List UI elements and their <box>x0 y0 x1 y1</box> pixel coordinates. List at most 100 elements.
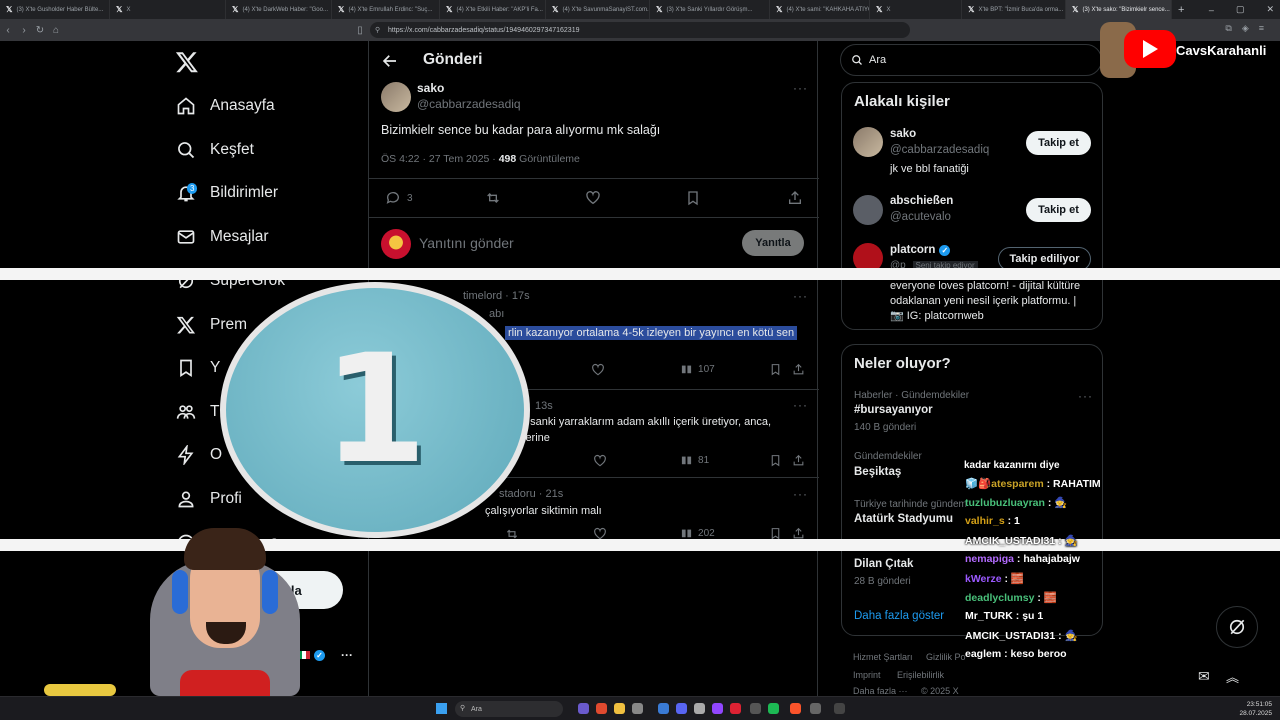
chrome-icon[interactable] <box>596 703 607 714</box>
app-icon[interactable] <box>750 703 761 714</box>
expand-messages-icon[interactable]: ︽ <box>1226 667 1239 686</box>
like-action[interactable] <box>585 190 601 206</box>
reply-more-icon[interactable]: ··· <box>793 487 808 501</box>
taskbar-clock[interactable]: 23:51:05 28.07.2025 <box>1239 700 1272 718</box>
footer-more-link[interactable]: Daha fazla ··· <box>853 686 908 696</box>
trend-name[interactable]: Beşiktaş <box>854 466 901 478</box>
footer-accessibility-link[interactable]: Erişilebilirlik <box>897 670 944 680</box>
close-window-icon[interactable]: ✕ <box>1266 4 1274 15</box>
brave-icon[interactable] <box>790 703 801 714</box>
bookmark-action[interactable] <box>685 190 701 206</box>
bookmark-page-icon[interactable]: ▯ <box>352 25 368 36</box>
menu-icon[interactable]: ≡ <box>1259 23 1264 34</box>
grok-floating-button[interactable] <box>1216 606 1258 648</box>
person-name[interactable]: abschießen <box>890 195 953 207</box>
trend-name[interactable]: #bursayanıyor <box>854 404 933 416</box>
extensions-icon[interactable]: ⧉ <box>1225 23 1231 34</box>
browser-tab[interactable]: 𝕏 (4) X'te Emrullah Erdinc: "Suç... <box>332 0 440 19</box>
nav-explore[interactable]: Keşfet <box>176 137 254 163</box>
browser-tab[interactable]: 𝕏X <box>110 0 226 19</box>
post-author-name[interactable]: sako <box>417 81 444 95</box>
minimize-icon[interactable]: – <box>1209 5 1214 15</box>
show-more-link[interactable]: Daha fazla göster <box>854 610 944 622</box>
post-timestamp[interactable]: ÖS 4:22 · 27 Tem 2025 · <box>381 153 499 165</box>
share-action[interactable] <box>792 363 805 376</box>
twitch-icon[interactable] <box>712 703 723 714</box>
follow-button[interactable]: Takip et <box>1026 198 1091 222</box>
spotify-icon[interactable] <box>768 703 779 714</box>
footer-terms-link[interactable]: Hizmet Şartları <box>853 652 913 662</box>
person-name[interactable]: platcorn ✓ <box>890 244 951 256</box>
nav-bookmarks[interactable]: Y <box>176 355 220 381</box>
person-handle[interactable]: @acutevalo <box>890 211 951 223</box>
windows-start-icon[interactable] <box>436 703 447 714</box>
footer-imprint-link[interactable]: Imprint <box>853 670 881 680</box>
views-action[interactable]: ▮▮ 107 <box>681 364 715 375</box>
like-action[interactable] <box>593 454 607 468</box>
views-action[interactable]: ▮▮ 202 <box>681 528 715 539</box>
nav-messages[interactable]: Mesajlar <box>176 224 269 250</box>
post-more-icon[interactable]: ··· <box>793 81 808 95</box>
nav-premium[interactable]: Prem <box>176 312 247 338</box>
new-message-icon[interactable]: ✉ <box>1198 668 1210 685</box>
browser-tab[interactable]: 𝕏 X'te BPT: "İzmir Buca'da orma... <box>962 0 1066 19</box>
site-info-icon[interactable]: ⚲ <box>375 26 380 34</box>
reply-input[interactable]: Yanıtını gönder <box>419 235 514 251</box>
reply-action[interactable]: 3 <box>385 190 413 206</box>
reply-button[interactable]: Yanıtla <box>742 230 804 256</box>
nav-home[interactable]: Anasayfa <box>176 93 275 119</box>
nav-verified-orgs[interactable]: O <box>176 442 222 468</box>
share-action[interactable] <box>787 190 803 206</box>
my-avatar[interactable] <box>381 229 411 259</box>
app-icon[interactable] <box>730 703 741 714</box>
bookmark-action[interactable] <box>769 454 782 467</box>
person-avatar[interactable] <box>853 127 883 157</box>
browser-tab[interactable]: 𝕏 (3) X'te Sanki Yıllardır Görüşm... <box>650 0 770 19</box>
footer-privacy-link[interactable]: Gizlilik Po <box>926 652 966 662</box>
trend-name[interactable]: Atatürk Stadyumu <box>854 513 953 525</box>
trend-name[interactable]: Dilan Çıtak <box>854 558 913 570</box>
browser-tab[interactable]: 𝕏 (4) X'te sami: "KAHKAHA ATIYO... <box>770 0 870 19</box>
new-tab-icon[interactable]: + <box>1172 4 1190 16</box>
repost-action[interactable] <box>485 190 501 206</box>
trend-more-icon[interactable]: ··· <box>1078 389 1093 403</box>
bookmark-action[interactable] <box>769 363 782 376</box>
wallet-icon[interactable]: ◈ <box>1242 23 1249 34</box>
post-author-handle[interactable]: @cabbarzadesadiq <box>417 97 521 111</box>
explorer-icon[interactable] <box>614 703 625 714</box>
back-arrow-icon[interactable] <box>381 52 399 70</box>
x-logo-icon[interactable] <box>174 50 200 74</box>
app-icon[interactable] <box>834 703 845 714</box>
app-icon[interactable] <box>694 703 705 714</box>
browser-tab[interactable]: 𝕏 (4) X'te SavunmaSanayiST.com... <box>546 0 650 19</box>
browser-tab[interactable]: 𝕏 (4) X'te DarkWeb Haber: "Goo... <box>226 0 332 19</box>
edge-icon[interactable] <box>658 703 669 714</box>
nav-profile[interactable]: Profi <box>176 486 242 512</box>
follow-button[interactable]: Takip et <box>1026 131 1091 155</box>
nav-notifications[interactable]: 3 Bildirimler <box>176 180 278 206</box>
reload-icon[interactable]: ↻ <box>32 25 48 36</box>
person-name[interactable]: sako <box>890 128 916 140</box>
browser-tab[interactable]: 𝕏X <box>870 0 962 19</box>
taskbar-search[interactable]: ⚲ Ara <box>455 701 563 717</box>
person-avatar[interactable] <box>853 195 883 225</box>
person-handle[interactable]: @cabbarzadesadiq <box>890 144 989 156</box>
reply-more-icon[interactable]: ··· <box>793 398 808 412</box>
task-view-icon[interactable] <box>578 703 589 714</box>
nav-communities[interactable]: T <box>176 399 219 425</box>
account-more-icon[interactable]: ··· <box>341 648 353 662</box>
app-icon[interactable] <box>810 703 821 714</box>
browser-tab[interactable]: 𝕏 (4) X'te Etkili Haber: "AKP'li Fa... <box>440 0 546 19</box>
reply-more-icon[interactable]: ··· <box>793 289 808 303</box>
post-author-avatar[interactable] <box>381 82 411 112</box>
search-input[interactable]: Ara <box>840 44 1102 76</box>
home-icon[interactable]: ⌂ <box>48 25 64 36</box>
app-icon[interactable] <box>632 703 643 714</box>
maximize-icon[interactable]: ▢ <box>1236 4 1245 15</box>
like-action[interactable] <box>591 363 605 377</box>
url-field[interactable]: ⚲ https://x.com/cabbarzadesadiq/status/1… <box>370 22 910 38</box>
views-action[interactable]: ▮▮ 81 <box>681 455 709 466</box>
back-icon[interactable]: ‹ <box>0 25 16 36</box>
discord-icon[interactable] <box>676 703 687 714</box>
browser-tab[interactable]: 𝕏(3) X'te sako: "Bizimkielr sence...✕ <box>1066 0 1172 19</box>
